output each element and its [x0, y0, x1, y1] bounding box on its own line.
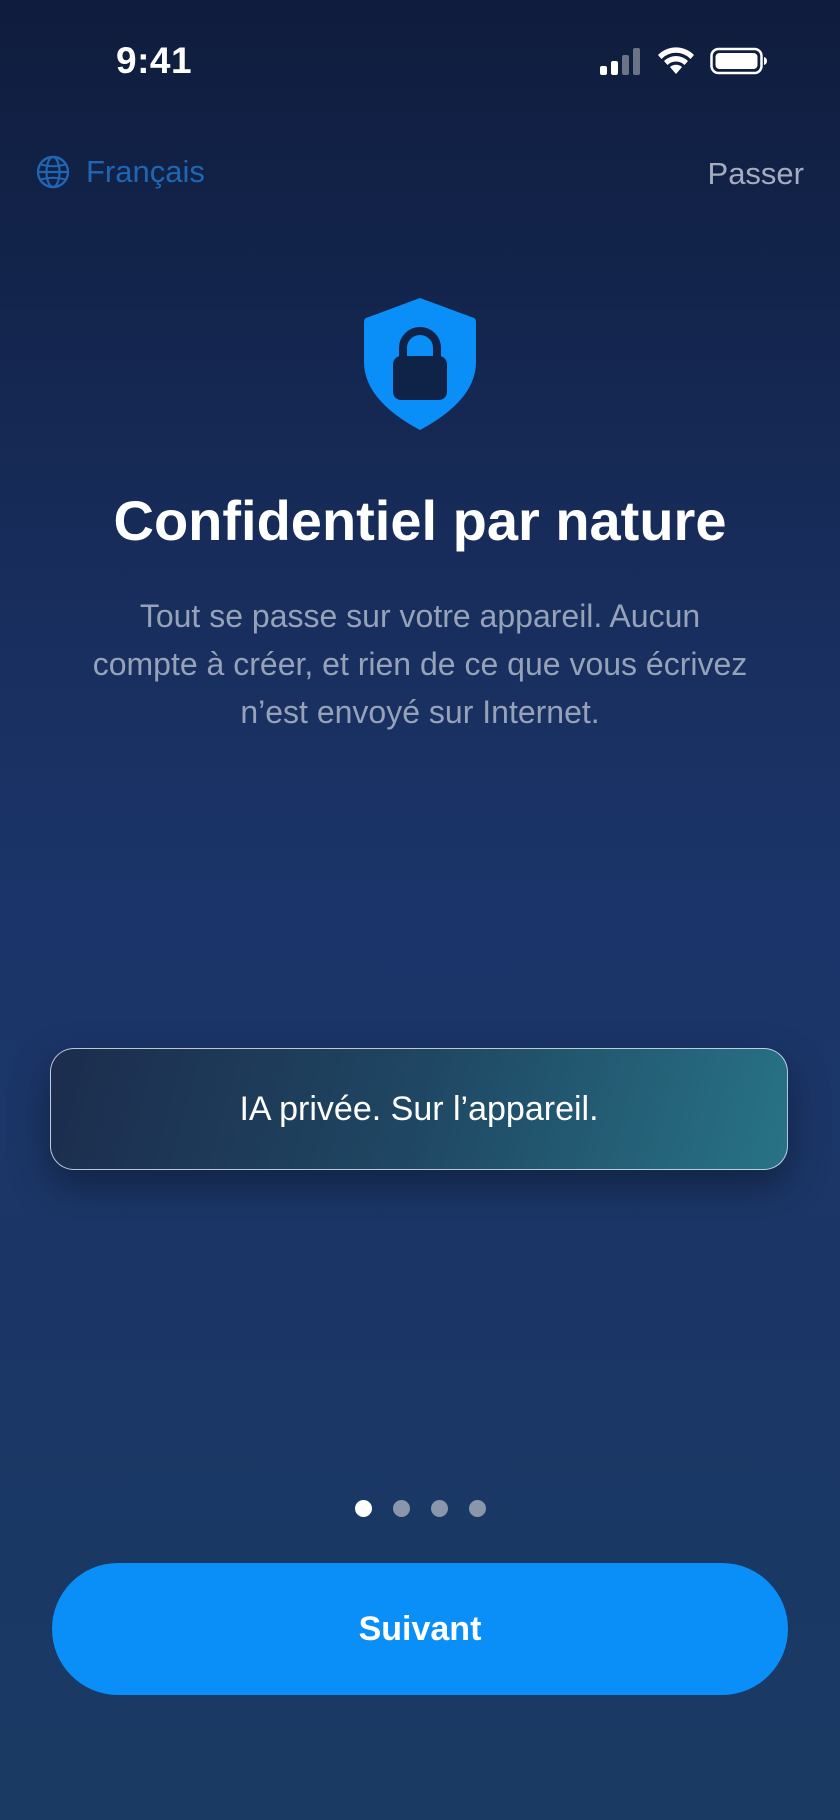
- wifi-icon: [658, 47, 694, 74]
- skip-button[interactable]: Passer: [708, 156, 804, 192]
- globe-icon: [36, 155, 70, 189]
- page-title: Confidentiel par nature: [113, 489, 727, 552]
- page-indicator: [0, 1500, 840, 1517]
- page-dot-1[interactable]: [354, 1500, 372, 1517]
- language-selector[interactable]: Français: [36, 154, 205, 190]
- status-icons: [598, 46, 768, 76]
- status-time: 9:41: [116, 40, 193, 81]
- onboarding-screen: 9:41 Français Passer Confidentiel par na…: [0, 0, 840, 1820]
- language-label: Français: [86, 154, 205, 189]
- feature-card-text: IA privée. Sur l’appareil.: [239, 1089, 599, 1128]
- status-bar: 9:41: [0, 0, 840, 120]
- feature-card: IA privée. Sur l’appareil.: [50, 1048, 788, 1170]
- page-dot-3[interactable]: [430, 1500, 448, 1517]
- battery-icon: [710, 47, 767, 75]
- page-subtitle: Tout se passe sur votre appareil. Aucun …: [92, 598, 748, 730]
- shield-lock-icon: [364, 298, 476, 430]
- signal-icon: [600, 48, 640, 75]
- page-dot-4[interactable]: [468, 1500, 486, 1517]
- page-dot-2[interactable]: [392, 1500, 410, 1517]
- top-bar: Français Passer: [0, 150, 840, 200]
- next-button[interactable]: Suivant: [52, 1563, 788, 1695]
